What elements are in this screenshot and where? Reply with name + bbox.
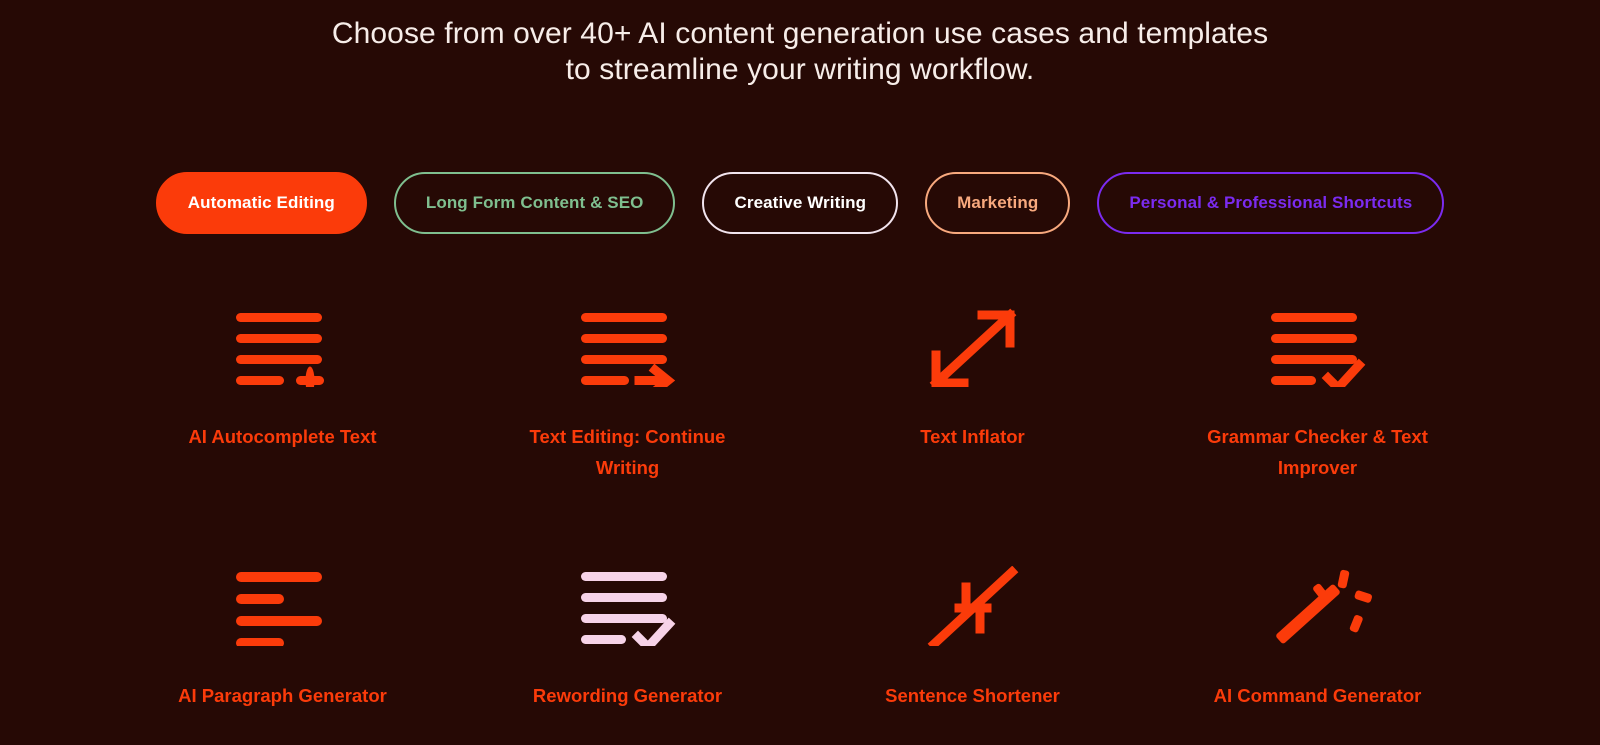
tab-automatic-editing[interactable]: Automatic Editing [155, 172, 367, 234]
card-label: AI Command Generator [1213, 685, 1422, 706]
card-ai-command-generator[interactable]: AI Command Generator [1145, 542, 1490, 745]
card-label: AI Autocomplete Text [188, 426, 377, 447]
lines-check-icon [1258, 299, 1378, 395]
card-label: Grammar Checker & Text Improver [1207, 426, 1428, 478]
card-label: AI Paragraph Generator [178, 685, 387, 706]
card-label: Text Editing: Continue Writing [529, 426, 726, 478]
paragraph-lines-icon [223, 558, 343, 654]
magic-wand-icon [1258, 558, 1378, 654]
card-label: Text Inflator [920, 426, 1025, 447]
lines-plus-icon [223, 299, 343, 395]
tab-long-form-content-seo[interactable]: Long Form Content & SEO [393, 172, 676, 234]
card-ai-autocomplete-text[interactable]: AI Autocomplete Text [110, 283, 455, 542]
use-case-templates-section: Choose from over 40+ AI content generati… [0, 0, 1600, 745]
card-label: Sentence Shortener [885, 685, 1060, 706]
expand-diagonal-arrows-icon [913, 299, 1033, 395]
lines-arrow-right-icon [568, 299, 688, 395]
card-label: Rewording Generator [532, 685, 723, 706]
category-tab-list: Automatic Editing Long Form Content & SEO… [0, 172, 1600, 234]
card-grammar-checker-text-improver[interactable]: Grammar Checker & Text Improver [1145, 283, 1490, 542]
card-text-editing-continue-writing[interactable]: Text Editing: Continue Writing [455, 283, 800, 542]
section-heading: Choose from over 40+ AI content generati… [0, 16, 1600, 88]
tab-personal-professional-shortcuts[interactable]: Personal & Professional Shortcuts [1097, 172, 1445, 234]
card-rewording-generator[interactable]: Rewording Generator [455, 542, 800, 745]
card-text-inflator[interactable]: Text Inflator [800, 283, 1145, 542]
template-card-grid: AI Autocomplete Text Text Editing: Contin… [110, 283, 1490, 745]
tab-creative-writing[interactable]: Creative Writing [702, 172, 899, 234]
card-sentence-shortener[interactable]: Sentence Shortener [800, 542, 1145, 745]
section-heading-text: Choose from over 40+ AI content generati… [331, 17, 1269, 86]
lines-check-pink-icon [568, 558, 688, 654]
card-ai-paragraph-generator[interactable]: AI Paragraph Generator [110, 542, 455, 745]
tab-marketing[interactable]: Marketing [925, 172, 1071, 234]
collapse-diagonal-arrows-icon [913, 558, 1033, 654]
